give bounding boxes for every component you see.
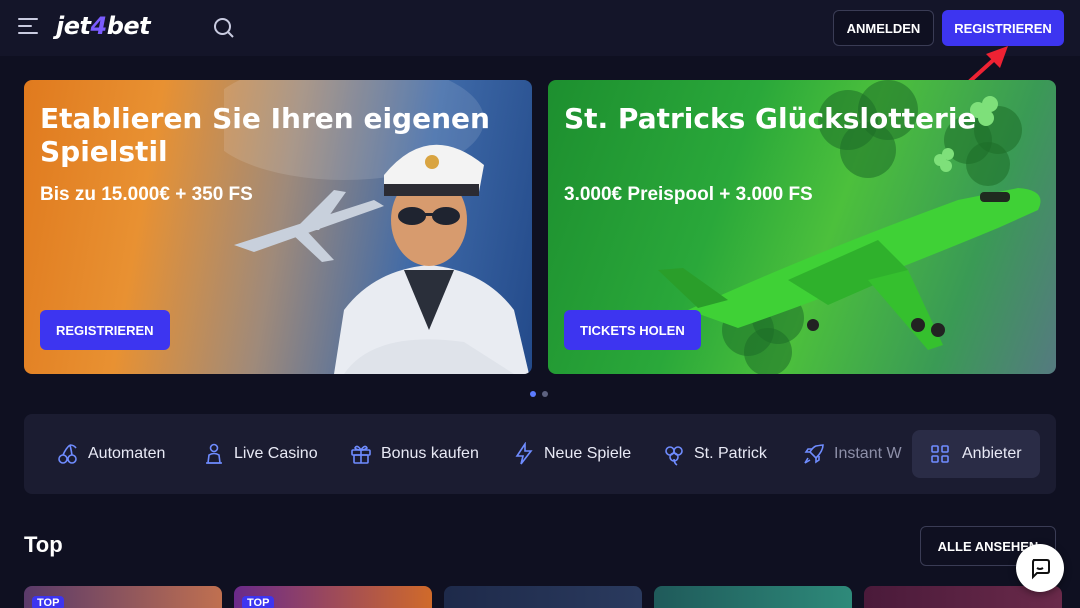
promo-banner-welcome[interactable]: Etablieren Sie Ihren eigenen Spielstil B…	[24, 80, 532, 374]
chat-icon	[1032, 559, 1050, 580]
search-icon[interactable]	[212, 16, 236, 40]
category-automaten[interactable]: Automaten	[56, 430, 165, 478]
banner-register-button[interactable]: REGISTRIEREN	[40, 310, 170, 350]
carousel-dot-1[interactable]	[530, 391, 536, 397]
category-label: Live Casino	[234, 445, 318, 462]
banner-tickets-button[interactable]: TICKETS HOLEN	[564, 310, 701, 350]
section-title-top: Top	[24, 532, 63, 557]
category-bonus-kaufen[interactable]: Bonus kaufen	[349, 430, 479, 478]
top-badge: TOP	[32, 596, 65, 608]
gift-icon	[351, 445, 371, 464]
clover-icon	[665, 446, 683, 466]
category-label: Automaten	[88, 445, 166, 462]
category-label: Bonus kaufen	[381, 445, 479, 462]
category-instant-win[interactable]: Instant W	[802, 430, 902, 478]
game-card[interactable]	[444, 586, 642, 608]
game-card[interactable]	[654, 586, 852, 608]
carousel-dot-2[interactable]	[542, 391, 548, 397]
lightning-icon	[515, 442, 533, 465]
top-badge: TOP	[242, 596, 275, 608]
banner-title: Etablieren Sie Ihren eigenen Spielstil	[40, 102, 490, 168]
game-card[interactable]: TOP	[234, 586, 432, 608]
providers-label: Anbieter	[962, 445, 1022, 462]
promo-banner-st-patricks[interactable]: St. Patricks Glückslotterie 3.000€ Preis…	[548, 80, 1056, 374]
cherries-icon	[58, 444, 77, 464]
menu-icon[interactable]	[18, 18, 40, 38]
game-card[interactable]: TOP	[24, 586, 222, 608]
grid-icon	[931, 445, 949, 463]
banner-subtitle: Bis zu 15.000€ + 350 FS	[40, 184, 253, 205]
logo-four: 4	[90, 12, 107, 40]
logo-bet: bet	[106, 12, 151, 40]
rocket-icon	[804, 444, 824, 464]
category-label: Instant W	[834, 445, 902, 462]
chat-button[interactable]	[1016, 544, 1064, 592]
banner-subtitle: 3.000€ Preispool + 3.000 FS	[564, 184, 813, 205]
category-bar: Automaten Live Casino Bonus kaufen Neue …	[24, 414, 1056, 494]
banner-title: St. Patricks Glückslotterie	[564, 102, 977, 135]
category-label: St. Patrick	[694, 445, 767, 462]
logo-text: jet	[56, 12, 91, 40]
category-label: Neue Spiele	[544, 445, 632, 462]
providers-button[interactable]: Anbieter	[912, 430, 1040, 478]
category-st-patrick[interactable]: St. Patrick	[662, 430, 767, 478]
carousel-dots	[530, 391, 548, 397]
logo[interactable]: jet4bet	[56, 12, 151, 44]
category-live-casino[interactable]: Live Casino	[202, 430, 318, 478]
category-neue-spiele[interactable]: Neue Spiele	[512, 430, 631, 478]
dealer-icon	[206, 443, 222, 464]
